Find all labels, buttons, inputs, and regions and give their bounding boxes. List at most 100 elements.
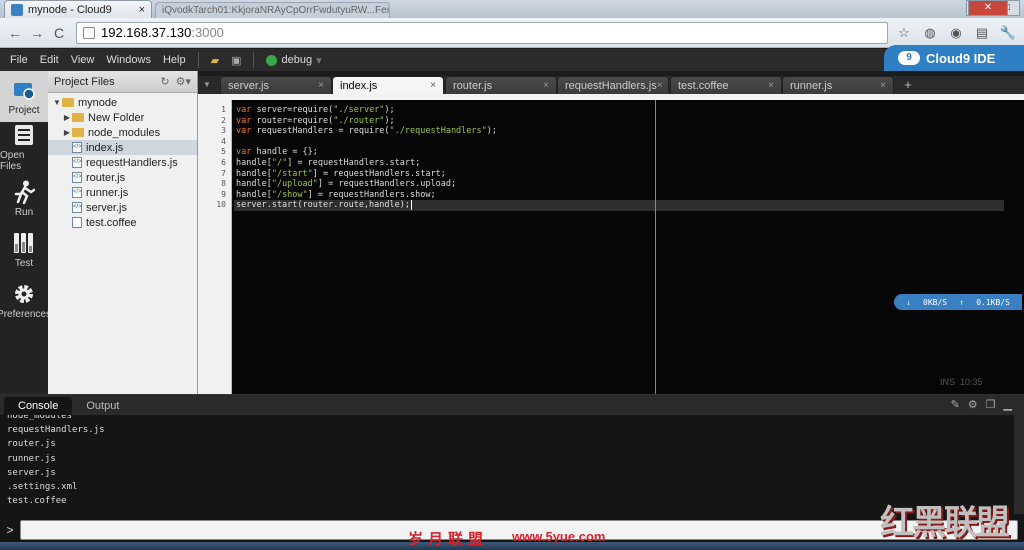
sidebar-label-test: Test [14,257,34,269]
refresh-icon[interactable]: ↻ [160,75,169,88]
clear-brush-icon[interactable]: ✎ [951,398,960,411]
code-token: handle = {}; [251,147,318,158]
page-menu-icon[interactable]: ▤ [972,25,992,41]
code-token: "/upload" [271,179,318,190]
download-arrow-icon: ↓ [906,297,911,307]
tab-router-js[interactable]: router.js × [445,76,557,94]
tab-runner-js[interactable]: runner.js × [782,76,894,94]
sidebar-item-test[interactable]: Test [0,224,48,275]
console-scrollbar[interactable] [1014,415,1024,514]
restore-icon[interactable]: ❐ [986,398,996,411]
star-icon[interactable]: ☆ [894,25,914,41]
extension-icon[interactable]: ◍ [920,25,940,41]
tree-item-node-modules[interactable]: ▶ node_modules [48,125,197,140]
text-cursor [411,200,412,211]
menu-windows[interactable]: Windows [100,54,157,66]
tree-item-router-js[interactable]: </> router.js [48,170,197,185]
menu-file[interactable]: File [4,54,34,66]
tab-requesthandlers-js[interactable]: requestHandlers.js × [557,76,669,94]
code-token: "./requestHandlers" [389,126,487,137]
code-area[interactable]: var server=require("./server"); var route… [234,100,1004,394]
file-icon [72,217,82,228]
project-files-panel: Project Files ↻ ⚙▾ ▼ mynode ▶ New Folder ▶… [48,71,198,394]
minimize-panel-icon[interactable]: ▁ [1004,398,1012,411]
expand-arrow-icon[interactable]: ▼ [52,98,62,107]
url-host: 192.168.37.130 [101,25,192,40]
browser-tab-inactive[interactable]: iQvodkTarch01:KkjoraNRAyCpOrrFwdutyuRW..… [155,2,390,18]
tab-close-icon[interactable]: × [543,80,549,91]
watermark-url: www.5yue.com [512,529,606,544]
tab-close-icon[interactable]: × [880,80,886,91]
tab-list-dropdown-icon[interactable]: ▼ [200,77,214,93]
tab-test-coffee[interactable]: test.coffee × [670,76,782,94]
reload-icon[interactable]: C [50,25,68,41]
tree-item-mynode[interactable]: ▼ mynode [48,95,197,110]
sidebar-label-open-files: Open Files [0,150,25,172]
cloud9-logo: 9 Cloud9 IDE [884,45,1024,71]
code-token: var [236,126,252,137]
console-output[interactable]: node_modules requestHandlers.js router.j… [0,415,1024,514]
tree-item-server-js[interactable]: </> server.js [48,200,197,215]
sidebar-item-open-files[interactable]: Open Files [0,122,48,173]
sidebar-item-run[interactable]: Run [0,173,48,224]
save-icon[interactable]: ▣ [225,54,247,67]
tab-close-icon[interactable]: × [318,80,324,91]
debug-button[interactable]: debug ▾ [260,54,327,67]
tab-close-icon[interactable]: × [430,80,436,91]
folder-icon [72,128,84,137]
code-line: server.start(router.route,handle); [234,200,1004,211]
tree-item-index-js[interactable]: </> index.js [48,140,197,155]
collapse-arrow-icon[interactable]: ▶ [62,113,72,122]
tree-item-test-coffee[interactable]: test.coffee [48,215,197,230]
tab-output[interactable]: Output [72,397,133,415]
open-files-icon [12,123,36,147]
code-token: var [236,147,252,158]
tab-close-icon[interactable]: × [657,80,663,91]
tab-label: server.js [228,79,269,92]
code-token: server.start(router.route,handle); [236,200,410,211]
menu-edit[interactable]: Edit [34,54,65,66]
panel-title: Project Files [54,75,115,88]
browser-tab-title: mynode - Cloud9 [28,3,112,16]
forward-arrow-icon[interactable]: → [28,25,46,41]
url-input[interactable]: 192.168.37.130:3000 [76,21,888,44]
gear-icon[interactable]: ⚙ [968,398,978,411]
tree-item-new-folder[interactable]: ▶ New Folder [48,110,197,125]
new-tab-button[interactable]: + [898,77,918,93]
code-line: var router=require("./router"); [236,116,395,127]
tab-server-js[interactable]: server.js × [220,76,332,94]
console-line: server.js [7,467,56,478]
tree-item-requesthandlers-js[interactable]: </> requestHandlers.js [48,155,197,170]
upload-arrow-icon: ↑ [959,297,965,307]
sidebar-item-preferences[interactable]: Preferences [0,275,51,326]
tab-console[interactable]: Console [4,397,73,415]
run-icon [12,180,36,204]
chevron-down-icon: ▾ [316,54,322,67]
open-folder-icon[interactable]: ▰ [205,54,225,67]
back-arrow-icon[interactable]: ← [6,25,24,41]
tab-index-js[interactable]: index.js × [332,76,444,94]
gear-dropdown-icon[interactable]: ⚙▾ [176,75,191,88]
sidebar-label-project: Project [8,104,40,116]
tab-close-icon[interactable]: × [768,80,774,91]
browser-tab-active[interactable]: mynode - Cloud9 × [4,0,152,18]
code-token: "./server" [333,105,385,115]
wrench-icon[interactable]: 🔧 [998,25,1018,41]
menu-help[interactable]: Help [157,54,192,66]
browser-tab-close-icon[interactable]: × [139,4,145,16]
code-line: var handle = {}; [236,147,318,158]
code-line: handle["/"] = requestHandlers.start; [236,158,420,169]
close-window-button[interactable]: ✕ [968,0,1008,16]
menu-view[interactable]: View [65,54,101,66]
code-token: "./router" [333,115,385,126]
sidebar-item-project[interactable]: Project [0,71,48,122]
tab-label: router.js [453,79,493,92]
code-line: var requestHandlers = require("./request… [236,126,497,137]
line-number: 6 [221,158,226,167]
code-token: router=require( [251,115,334,126]
collapse-arrow-icon[interactable]: ▶ [62,128,72,137]
tab-label: runner.js [790,79,833,92]
tree-item-runner-js[interactable]: </> runner.js [48,185,197,200]
js-file-icon: </> [72,157,82,168]
owl-extension-icon[interactable]: ◉ [946,25,966,41]
